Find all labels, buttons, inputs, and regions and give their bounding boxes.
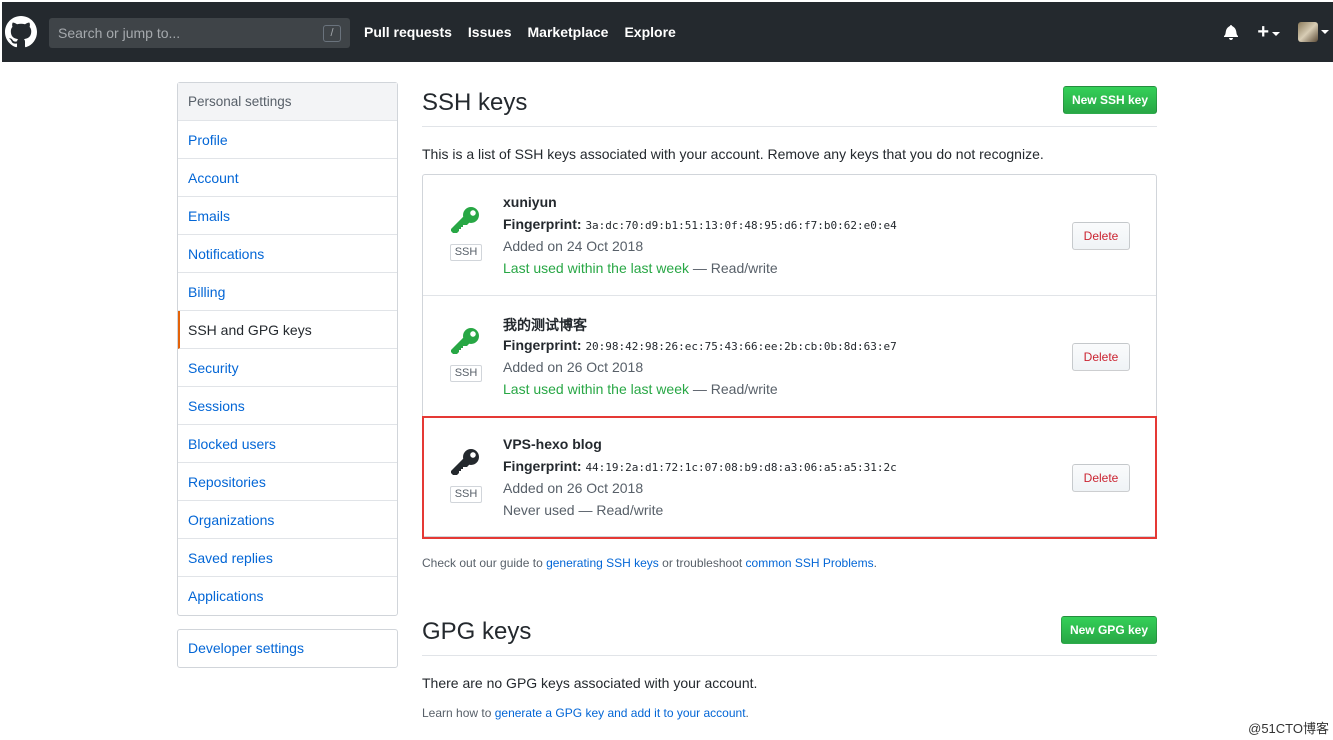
main-nav: Pull requests Issues Marketplace Explore bbox=[364, 24, 676, 40]
key-usage: Last used within the last week — Read/wr… bbox=[503, 260, 778, 276]
delete-key-button[interactable]: Delete bbox=[1072, 464, 1130, 492]
sidebar-item-blocked-users[interactable]: Blocked users bbox=[178, 425, 397, 463]
sidebar-item-applications[interactable]: Applications bbox=[178, 577, 397, 615]
user-menu[interactable] bbox=[1298, 22, 1329, 42]
github-logo-icon[interactable] bbox=[5, 16, 37, 48]
key-usage: Never used — Read/write bbox=[503, 502, 663, 518]
key-added-date: Added on 24 Oct 2018 bbox=[503, 238, 644, 254]
fingerprint-value: 20:98:42:98:26:ec:75:43:66:ee:2b:cb:0b:8… bbox=[585, 340, 897, 353]
key-fingerprint: Fingerprint: 44:19:2a:d1:72:1c:07:08:b9:… bbox=[503, 458, 897, 474]
sidebar-item-emails[interactable]: Emails bbox=[178, 197, 397, 235]
key-added-date: Added on 26 Oct 2018 bbox=[503, 480, 644, 496]
gpg-section-title: GPG keys bbox=[422, 618, 532, 645]
nav-marketplace[interactable]: Marketplace bbox=[528, 24, 609, 40]
top-header: / Pull requests Issues Marketplace Explo… bbox=[2, 2, 1333, 62]
key-icon bbox=[451, 449, 479, 475]
key-access: — Read/write bbox=[689, 381, 778, 397]
sidebar-item-account[interactable]: Account bbox=[178, 159, 397, 197]
sidebar-item-organizations[interactable]: Organizations bbox=[178, 501, 397, 539]
generating-ssh-keys-link[interactable]: generating SSH keys bbox=[546, 556, 659, 570]
ssh-badge: SSH bbox=[450, 244, 482, 261]
key-last-used: Last used within the last week bbox=[503, 381, 689, 397]
divider bbox=[422, 655, 1157, 656]
avatar bbox=[1298, 22, 1318, 42]
new-ssh-key-button[interactable]: New SSH key bbox=[1063, 86, 1157, 114]
ssh-key-list: SSH xuniyun Fingerprint: 3a:dc:70:d9:b1:… bbox=[422, 174, 1157, 539]
key-fingerprint: Fingerprint: 3a:dc:70:d9:b1:51:13:0f:48:… bbox=[503, 216, 897, 232]
divider bbox=[422, 126, 1157, 127]
key-access: — Read/write bbox=[689, 260, 778, 276]
ssh-description: This is a list of SSH keys associated wi… bbox=[422, 146, 1044, 162]
fingerprint-value: 3a:dc:70:d9:b1:51:13:0f:48:95:d6:f7:b0:6… bbox=[585, 219, 897, 232]
sidebar-heading: Personal settings bbox=[178, 83, 397, 121]
search-input[interactable] bbox=[49, 18, 350, 48]
sidebar-item-security[interactable]: Security bbox=[178, 349, 397, 387]
guide-suffix: . bbox=[873, 556, 877, 570]
nav-explore[interactable]: Explore bbox=[624, 24, 675, 40]
search-box[interactable]: / bbox=[49, 18, 350, 48]
key-icon bbox=[451, 207, 479, 233]
ssh-section-title: SSH keys bbox=[422, 89, 528, 116]
fingerprint-label: Fingerprint: bbox=[503, 216, 582, 232]
ssh-key-row: SSH xuniyun Fingerprint: 3a:dc:70:d9:b1:… bbox=[423, 175, 1156, 296]
key-last-used: Last used within the last week bbox=[503, 260, 689, 276]
sidebar-item-developer-settings[interactable]: Developer settings bbox=[177, 629, 398, 668]
sidebar-item-sessions[interactable]: Sessions bbox=[178, 387, 397, 425]
learn-suffix: . bbox=[745, 706, 749, 720]
key-icon bbox=[451, 328, 479, 354]
delete-key-button[interactable]: Delete bbox=[1072, 222, 1130, 250]
chevron-down-icon bbox=[1321, 30, 1329, 34]
ssh-key-row: SSH 我的测试博客 Fingerprint: 20:98:42:98:26:e… bbox=[423, 296, 1156, 417]
sidebar-item-ssh-gpg-keys[interactable]: SSH and GPG keys bbox=[178, 311, 397, 349]
delete-key-button[interactable]: Delete bbox=[1072, 343, 1130, 371]
sidebar-item-profile[interactable]: Profile bbox=[178, 121, 397, 159]
sidebar-item-saved-replies[interactable]: Saved replies bbox=[178, 539, 397, 577]
ssh-badge: SSH bbox=[450, 486, 482, 503]
key-title: xuniyun bbox=[503, 194, 557, 210]
key-title: VPS-hexo blog bbox=[503, 436, 602, 452]
gpg-description: There are no GPG keys associated with yo… bbox=[422, 675, 758, 691]
guide-middle: or troubleshoot bbox=[658, 556, 746, 570]
create-new-menu[interactable]: + bbox=[1257, 21, 1280, 43]
gpg-learn-text: Learn how to generate a GPG key and add … bbox=[422, 706, 749, 720]
plus-icon: + bbox=[1257, 21, 1269, 43]
generate-gpg-key-link[interactable]: generate a GPG key and add it to your ac… bbox=[495, 706, 746, 720]
nav-issues[interactable]: Issues bbox=[468, 24, 512, 40]
fingerprint-label: Fingerprint: bbox=[503, 337, 582, 353]
ssh-badge: SSH bbox=[450, 365, 482, 382]
key-added-date: Added on 26 Oct 2018 bbox=[503, 359, 644, 375]
settings-sidebar: Personal settings Profile Account Emails… bbox=[177, 82, 398, 616]
new-gpg-key-button[interactable]: New GPG key bbox=[1061, 616, 1157, 644]
bell-icon[interactable] bbox=[1223, 24, 1239, 40]
key-fingerprint: Fingerprint: 20:98:42:98:26:ec:75:43:66:… bbox=[503, 337, 897, 353]
key-usage: Last used within the last week — Read/wr… bbox=[503, 381, 778, 397]
search-shortcut-badge: / bbox=[323, 25, 341, 42]
watermark: @51CTO博客 bbox=[1248, 721, 1329, 736]
common-ssh-problems-link[interactable]: common SSH Problems bbox=[746, 556, 874, 570]
learn-prefix: Learn how to bbox=[422, 706, 495, 720]
fingerprint-value: 44:19:2a:d1:72:1c:07:08:b9:d8:a3:06:a5:a… bbox=[585, 461, 897, 474]
header-actions: + bbox=[1223, 22, 1329, 42]
ssh-guide-text: Check out our guide to generating SSH ke… bbox=[422, 556, 877, 570]
chevron-down-icon bbox=[1272, 32, 1280, 37]
fingerprint-label: Fingerprint: bbox=[503, 458, 582, 474]
key-last-used: Never used — Read/write bbox=[503, 502, 664, 518]
guide-prefix: Check out our guide to bbox=[422, 556, 547, 570]
key-title: 我的测试博客 bbox=[503, 317, 587, 333]
ssh-key-row-highlighted: SSH VPS-hexo blog Fingerprint: 44:19:2a:… bbox=[422, 416, 1157, 539]
nav-pull-requests[interactable]: Pull requests bbox=[364, 24, 452, 40]
sidebar-item-notifications[interactable]: Notifications bbox=[178, 235, 397, 273]
sidebar-item-repositories[interactable]: Repositories bbox=[178, 463, 397, 501]
sidebar-item-billing[interactable]: Billing bbox=[178, 273, 397, 311]
